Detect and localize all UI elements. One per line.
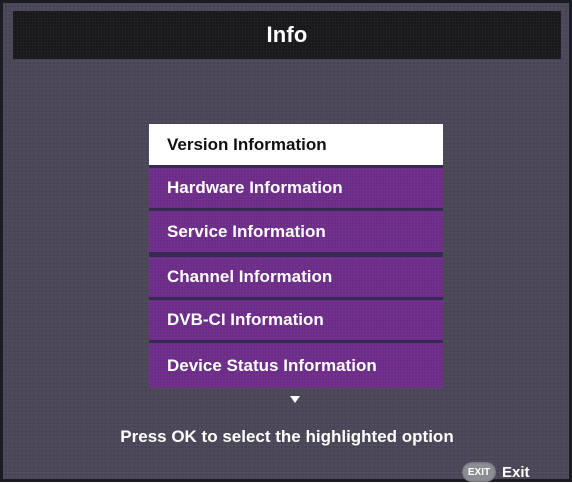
menu-item-hardware-information[interactable]: Hardware Information xyxy=(149,168,443,208)
menu-item-service-information[interactable]: Service Information xyxy=(149,211,443,252)
exit-button[interactable]: EXIT Exit xyxy=(462,461,530,483)
menu-item-version-information[interactable]: Version Information xyxy=(149,124,443,165)
info-menu: Version Information Hardware Information… xyxy=(149,124,443,388)
instruction-text: Press OK to select the highlighted optio… xyxy=(120,427,454,446)
menu-item-dvb-ci-information[interactable]: DVB-CI Information xyxy=(149,300,443,340)
title-bar: Info xyxy=(13,11,561,59)
menu-item-channel-information[interactable]: Channel Information xyxy=(149,257,443,297)
exit-label: Exit xyxy=(502,463,530,481)
info-screen: Info Version Information Hardware Inform… xyxy=(0,0,572,482)
exit-key-icon: EXIT xyxy=(462,462,496,482)
scroll-down-icon xyxy=(290,396,300,403)
menu-item-device-status-information[interactable]: Device Status Information xyxy=(149,343,443,388)
page-title: Info xyxy=(266,22,308,47)
